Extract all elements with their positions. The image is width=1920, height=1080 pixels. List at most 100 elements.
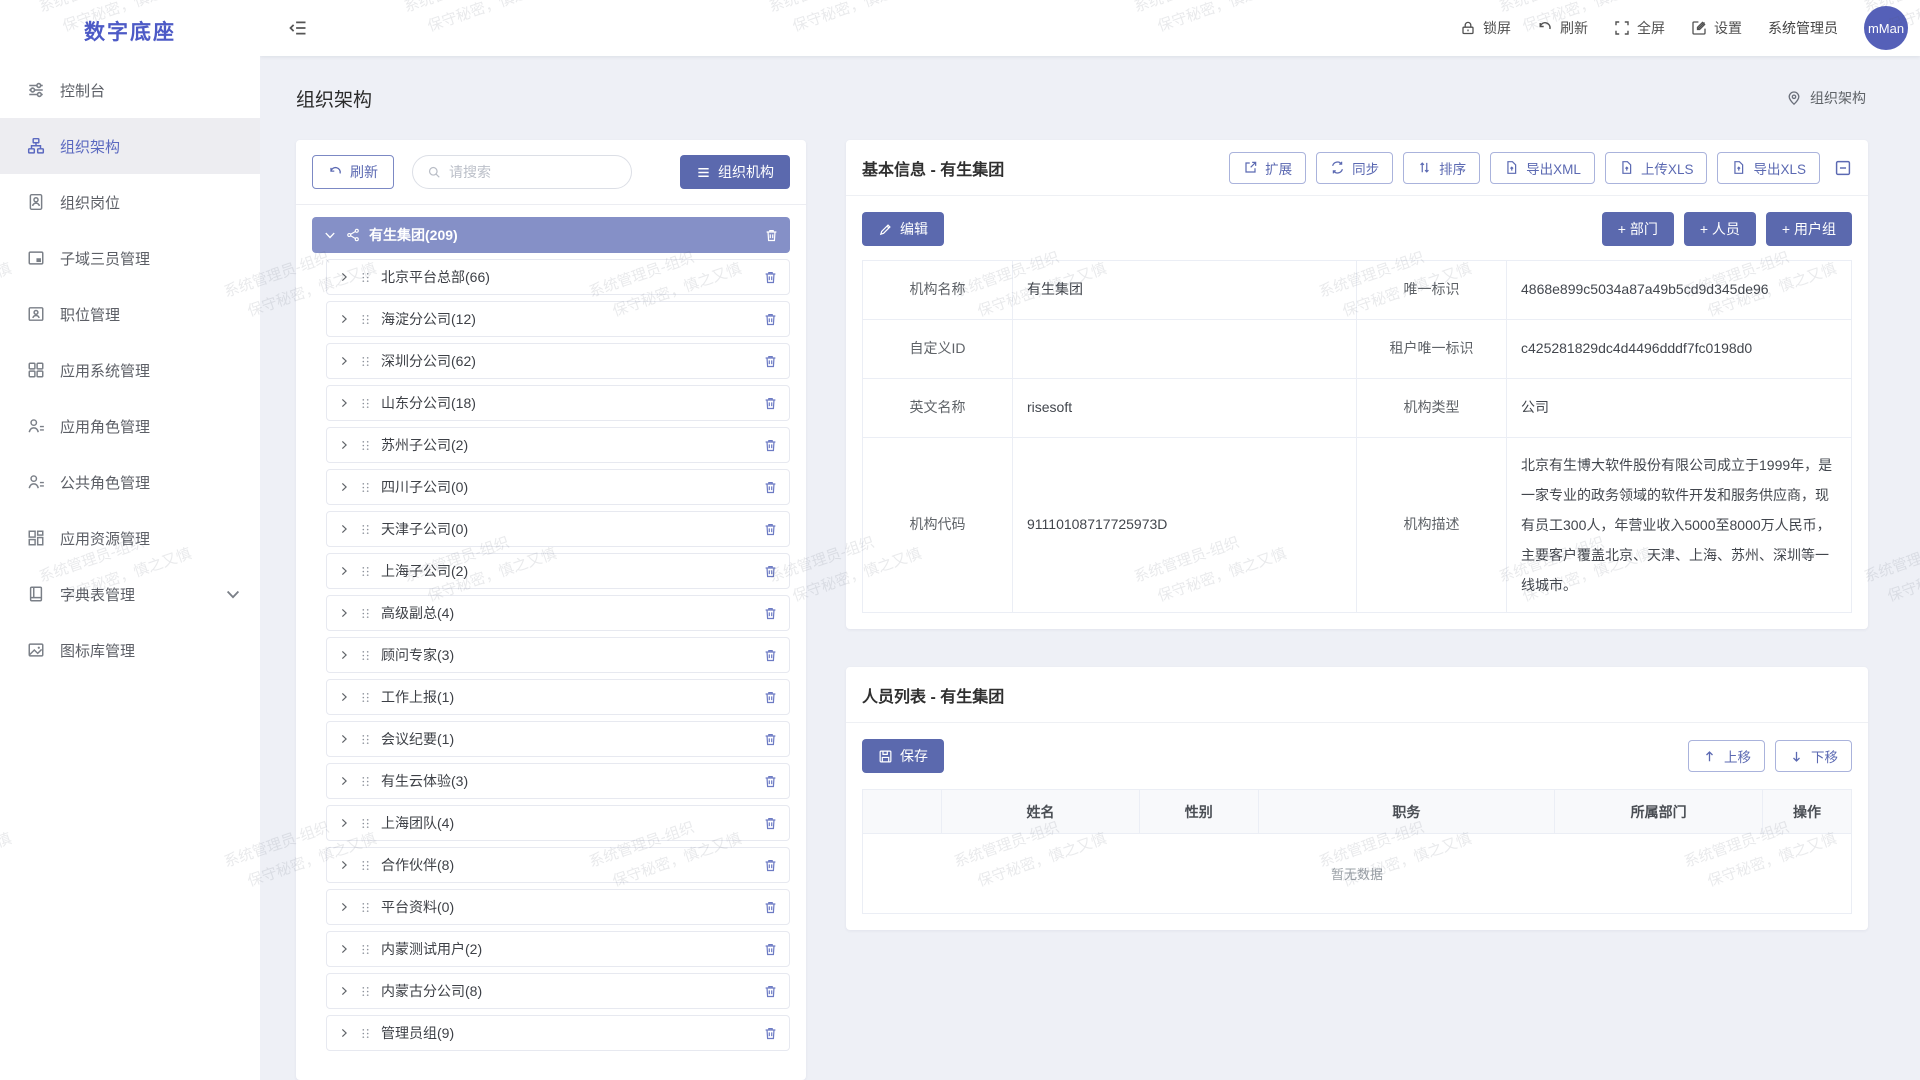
chevron-right-icon[interactable] <box>338 901 350 913</box>
drag-handle-icon[interactable] <box>359 565 372 578</box>
edit-button[interactable]: 编辑 <box>862 212 944 246</box>
move-up-button[interactable]: 上移 <box>1688 740 1765 772</box>
drag-handle-icon[interactable] <box>359 355 372 368</box>
drag-handle-icon[interactable] <box>359 439 372 452</box>
sidebar-item[interactable]: 子域三员管理 <box>0 230 260 286</box>
chevron-right-icon[interactable] <box>338 1027 350 1039</box>
drag-handle-icon[interactable] <box>359 1027 372 1040</box>
chevron-right-icon[interactable] <box>338 565 350 577</box>
add-button[interactable]: + 用户组 <box>1766 212 1852 246</box>
sidebar-item[interactable]: 应用角色管理 <box>0 398 260 454</box>
sidebar-item[interactable]: 控制台 <box>0 62 260 118</box>
trash-icon[interactable] <box>763 984 778 999</box>
breadcrumb[interactable]: 组织架构 <box>1786 88 1866 108</box>
chevron-right-icon[interactable] <box>338 523 350 535</box>
chevron-right-icon[interactable] <box>338 859 350 871</box>
avatar[interactable]: mMan <box>1864 6 1908 50</box>
trash-icon[interactable] <box>763 816 778 831</box>
trash-icon[interactable] <box>763 732 778 747</box>
tree-item[interactable]: 会议纪要(1) <box>326 721 790 757</box>
tree-item[interactable]: 北京平台总部(66) <box>326 259 790 295</box>
tree-item[interactable]: 山东分公司(18) <box>326 385 790 421</box>
trash-icon[interactable] <box>763 858 778 873</box>
sidebar-item[interactable]: 字典表管理 <box>0 566 260 622</box>
trash-icon[interactable] <box>763 900 778 915</box>
tree-search-input[interactable] <box>449 164 617 180</box>
tree-item[interactable]: 合作伙伴(8) <box>326 847 790 883</box>
chevron-down-icon[interactable] <box>323 228 337 242</box>
tree-item[interactable]: 高级副总(4) <box>326 595 790 631</box>
trash-icon[interactable] <box>763 942 778 957</box>
collapse-panel-icon[interactable] <box>1834 159 1852 177</box>
chevron-right-icon[interactable] <box>338 985 350 997</box>
sidebar-item[interactable]: 职位管理 <box>0 286 260 342</box>
sidebar-item[interactable]: 组织架构 <box>0 118 260 174</box>
drag-handle-icon[interactable] <box>359 733 372 746</box>
drag-handle-icon[interactable] <box>359 397 372 410</box>
drag-handle-icon[interactable] <box>359 817 372 830</box>
header-action[interactable]: 设置 <box>1691 18 1742 38</box>
drag-handle-icon[interactable] <box>359 775 372 788</box>
drag-handle-icon[interactable] <box>359 523 372 536</box>
trash-icon[interactable] <box>763 396 778 411</box>
save-button[interactable]: 保存 <box>862 739 944 773</box>
tree-item[interactable]: 苏州子公司(2) <box>326 427 790 463</box>
tree-item[interactable]: 内蒙古分公司(8) <box>326 973 790 1009</box>
tree-item[interactable]: 天津子公司(0) <box>326 511 790 547</box>
tree-item[interactable]: 顾问专家(3) <box>326 637 790 673</box>
tree-item[interactable]: 海淀分公司(12) <box>326 301 790 337</box>
trash-icon[interactable] <box>763 438 778 453</box>
trash-icon[interactable] <box>763 648 778 663</box>
drag-handle-icon[interactable] <box>359 313 372 326</box>
tree-item[interactable]: 四川子公司(0) <box>326 469 790 505</box>
info-toolbar-button[interactable]: 导出XLS <box>1717 152 1820 184</box>
refresh-tree-button[interactable]: 刷新 <box>312 155 394 189</box>
chevron-right-icon[interactable] <box>338 817 350 829</box>
chevron-right-icon[interactable] <box>338 313 350 325</box>
drag-handle-icon[interactable] <box>359 985 372 998</box>
trash-icon[interactable] <box>763 774 778 789</box>
sidebar-item[interactable]: 公共角色管理 <box>0 454 260 510</box>
drag-handle-icon[interactable] <box>359 649 372 662</box>
trash-icon[interactable] <box>763 1026 778 1041</box>
trash-icon[interactable] <box>763 480 778 495</box>
info-toolbar-button[interactable]: 扩展 <box>1229 152 1306 184</box>
chevron-right-icon[interactable] <box>338 481 350 493</box>
chevron-right-icon[interactable] <box>338 271 350 283</box>
trash-icon[interactable] <box>763 606 778 621</box>
drag-handle-icon[interactable] <box>359 607 372 620</box>
chevron-right-icon[interactable] <box>338 733 350 745</box>
tree-root-node[interactable]: 有生集团(209) <box>312 217 790 253</box>
chevron-right-icon[interactable] <box>338 607 350 619</box>
current-user[interactable]: 系统管理员 <box>1768 18 1838 38</box>
chevron-right-icon[interactable] <box>338 943 350 955</box>
chevron-right-icon[interactable] <box>338 397 350 409</box>
trash-icon[interactable] <box>763 270 778 285</box>
org-structure-button[interactable]: 组织机构 <box>680 155 790 189</box>
menu-fold-icon[interactable] <box>288 18 308 38</box>
header-action[interactable]: 锁屏 <box>1460 18 1511 38</box>
tree-item[interactable]: 平台资料(0) <box>326 889 790 925</box>
sidebar-item[interactable]: 组织岗位 <box>0 174 260 230</box>
drag-handle-icon[interactable] <box>359 943 372 956</box>
chevron-right-icon[interactable] <box>338 775 350 787</box>
trash-icon[interactable] <box>763 522 778 537</box>
tree-item[interactable]: 管理员组(9) <box>326 1015 790 1051</box>
drag-handle-icon[interactable] <box>359 691 372 704</box>
info-toolbar-button[interactable]: 排序 <box>1403 152 1480 184</box>
drag-handle-icon[interactable] <box>359 901 372 914</box>
header-action[interactable]: 刷新 <box>1537 18 1588 38</box>
header-action[interactable]: 全屏 <box>1614 18 1665 38</box>
tree-item[interactable]: 内蒙测试用户(2) <box>326 931 790 967</box>
chevron-right-icon[interactable] <box>338 691 350 703</box>
tree-item[interactable]: 上海团队(4) <box>326 805 790 841</box>
add-button[interactable]: + 人员 <box>1684 212 1756 246</box>
trash-icon[interactable] <box>764 228 779 243</box>
trash-icon[interactable] <box>763 354 778 369</box>
trash-icon[interactable] <box>763 312 778 327</box>
drag-handle-icon[interactable] <box>359 481 372 494</box>
sidebar-item[interactable]: 应用资源管理 <box>0 510 260 566</box>
info-toolbar-button[interactable]: 导出XML <box>1490 152 1595 184</box>
add-button[interactable]: + 部门 <box>1602 212 1674 246</box>
tree-item[interactable]: 工作上报(1) <box>326 679 790 715</box>
